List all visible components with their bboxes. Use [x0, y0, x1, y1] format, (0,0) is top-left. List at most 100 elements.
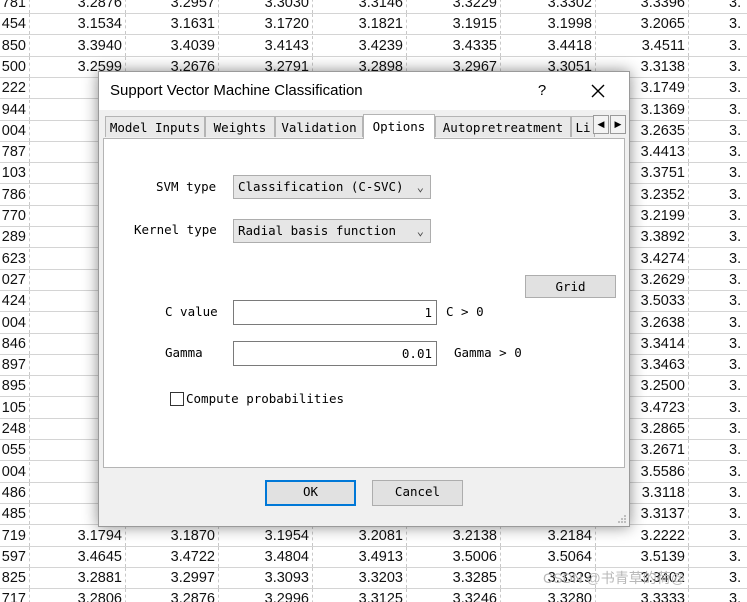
spreadsheet-cell[interactable]: 3.: [689, 36, 747, 56]
spreadsheet-cell[interactable]: 3.: [689, 440, 747, 460]
spreadsheet-cell[interactable]: 3.4335: [407, 35, 501, 56]
spreadsheet-cell[interactable]: 3.3333: [596, 589, 689, 602]
compute-probabilities-checkbox[interactable]: [170, 392, 184, 406]
spreadsheet-cell[interactable]: 454: [0, 14, 30, 35]
spreadsheet-cell[interactable]: 3.5006: [407, 546, 501, 567]
spreadsheet-cell[interactable]: 3.3146: [313, 0, 407, 13]
spreadsheet-cell[interactable]: 944: [0, 99, 30, 120]
spreadsheet-cell[interactable]: 3.5064: [501, 546, 596, 567]
spreadsheet-cell[interactable]: 3.1534: [30, 14, 126, 35]
tab-autopretreatment[interactable]: Autopretreatment: [435, 116, 571, 137]
spreadsheet-cell[interactable]: 3.: [689, 0, 747, 13]
spreadsheet-cell[interactable]: 3.4804: [219, 546, 313, 567]
c-value-input[interactable]: 1: [233, 300, 437, 325]
spreadsheet-cell[interactable]: 3.1998: [501, 14, 596, 35]
spreadsheet-cell[interactable]: 222: [0, 78, 30, 99]
spreadsheet-cell[interactable]: 3.: [689, 547, 747, 567]
spreadsheet-cell[interactable]: 3.: [689, 376, 747, 396]
spreadsheet-cell[interactable]: 3.1631: [126, 14, 219, 35]
spreadsheet-cell[interactable]: 3.1720: [219, 14, 313, 35]
spreadsheet-cell[interactable]: 3.3093: [219, 568, 313, 589]
spreadsheet-cell[interactable]: 3.2881: [30, 568, 126, 589]
spreadsheet-cell[interactable]: 3.3285: [407, 568, 501, 589]
spreadsheet-cell[interactable]: 3.2876: [126, 589, 219, 602]
spreadsheet-cell[interactable]: 786: [0, 184, 30, 205]
spreadsheet-cell[interactable]: 3.: [689, 398, 747, 418]
spreadsheet-cell[interactable]: 3.: [689, 355, 747, 375]
spreadsheet-cell[interactable]: 248: [0, 419, 30, 439]
kernel-type-combobox[interactable]: Radial basis function ⌄: [233, 219, 431, 243]
spreadsheet-cell[interactable]: 3.: [689, 57, 747, 77]
spreadsheet-cell[interactable]: 3.: [689, 121, 747, 141]
spreadsheet-cell[interactable]: 3.3280: [501, 589, 596, 602]
spreadsheet-cell[interactable]: 055: [0, 440, 30, 461]
spreadsheet-cell[interactable]: 3.4722: [126, 546, 219, 567]
close-button[interactable]: [585, 79, 611, 103]
spreadsheet-cell[interactable]: 3.: [689, 185, 747, 205]
spreadsheet-cell[interactable]: 3.3302: [501, 0, 596, 13]
spreadsheet-cell[interactable]: 424: [0, 291, 30, 312]
compute-probabilities-label[interactable]: Compute probabilities: [186, 391, 344, 406]
spreadsheet-cell[interactable]: 3.: [689, 483, 747, 503]
help-button[interactable]: ?: [531, 80, 553, 102]
spreadsheet-cell[interactable]: 103: [0, 163, 30, 184]
tab-weights[interactable]: Weights: [205, 116, 275, 137]
spreadsheet-cell[interactable]: 3.: [689, 78, 747, 98]
spreadsheet-cell[interactable]: 717: [0, 589, 30, 602]
spreadsheet-cell[interactable]: 485: [0, 504, 30, 525]
spreadsheet-cell[interactable]: 289: [0, 227, 30, 248]
spreadsheet-cell[interactable]: 3.: [689, 227, 747, 247]
spreadsheet-cell[interactable]: 3.2065: [596, 14, 689, 35]
tab-validation[interactable]: Validation: [275, 116, 363, 137]
tab-li[interactable]: Li: [571, 116, 595, 137]
spreadsheet-cell[interactable]: 486: [0, 482, 30, 503]
cancel-button[interactable]: Cancel: [372, 480, 463, 506]
spreadsheet-cell[interactable]: 3.: [689, 568, 747, 588]
spreadsheet-cell[interactable]: 787: [0, 142, 30, 163]
spreadsheet-cell[interactable]: 027: [0, 269, 30, 290]
tab-scroll-right-button[interactable]: ▶: [610, 115, 626, 134]
spreadsheet-cell[interactable]: 3.: [689, 419, 747, 439]
dialog-titlebar[interactable]: Support Vector Machine Classification ?: [99, 72, 629, 110]
spreadsheet-cell[interactable]: 3.2996: [219, 589, 313, 602]
spreadsheet-cell[interactable]: 3.3396: [596, 0, 689, 13]
spreadsheet-cell[interactable]: 3.3125: [313, 589, 407, 602]
spreadsheet-cell[interactable]: 3.2138: [407, 525, 501, 546]
spreadsheet-cell[interactable]: 3.: [689, 142, 747, 162]
spreadsheet-cell[interactable]: 3.: [689, 163, 747, 183]
gamma-input[interactable]: 0.01: [233, 341, 437, 366]
spreadsheet-cell[interactable]: 825: [0, 568, 30, 589]
spreadsheet-cell[interactable]: 3.3940: [30, 35, 126, 56]
spreadsheet-cell[interactable]: 897: [0, 355, 30, 376]
spreadsheet-cell[interactable]: 3.4645: [30, 546, 126, 567]
spreadsheet-cell[interactable]: 3.1821: [313, 14, 407, 35]
spreadsheet-cell[interactable]: 597: [0, 546, 30, 567]
spreadsheet-cell[interactable]: 3.: [689, 589, 747, 602]
spreadsheet-cell[interactable]: 850: [0, 35, 30, 56]
spreadsheet-cell[interactable]: 3.: [689, 14, 747, 34]
spreadsheet-cell[interactable]: 3.: [689, 313, 747, 333]
spreadsheet-cell[interactable]: 3.: [689, 334, 747, 354]
spreadsheet-cell[interactable]: 3.2222: [596, 525, 689, 546]
spreadsheet-cell[interactable]: 3.4511: [596, 35, 689, 56]
ok-button[interactable]: OK: [265, 480, 356, 506]
spreadsheet-cell[interactable]: 3.1794: [30, 525, 126, 546]
spreadsheet-cell[interactable]: 3.4239: [313, 35, 407, 56]
spreadsheet-cell[interactable]: 004: [0, 461, 30, 482]
spreadsheet-cell[interactable]: 3.4418: [501, 35, 596, 56]
spreadsheet-cell[interactable]: 3.2876: [30, 0, 126, 13]
spreadsheet-cell[interactable]: 3.3203: [313, 568, 407, 589]
spreadsheet-cell[interactable]: 3.2081: [313, 525, 407, 546]
spreadsheet-cell[interactable]: 3.3229: [407, 0, 501, 13]
spreadsheet-cell[interactable]: 3.4039: [126, 35, 219, 56]
spreadsheet-cell[interactable]: 3.1915: [407, 14, 501, 35]
spreadsheet-cell[interactable]: 3.: [689, 249, 747, 269]
tab-options[interactable]: Options: [363, 114, 435, 139]
spreadsheet-cell[interactable]: 3.: [689, 462, 747, 482]
spreadsheet-cell[interactable]: 004: [0, 120, 30, 141]
tab-scroll-left-button[interactable]: ◀: [593, 115, 609, 134]
spreadsheet-cell[interactable]: 105: [0, 397, 30, 418]
spreadsheet-cell[interactable]: 3.: [689, 291, 747, 311]
spreadsheet-cell[interactable]: 500: [0, 56, 30, 77]
spreadsheet-cell[interactable]: 3.2957: [126, 0, 219, 13]
